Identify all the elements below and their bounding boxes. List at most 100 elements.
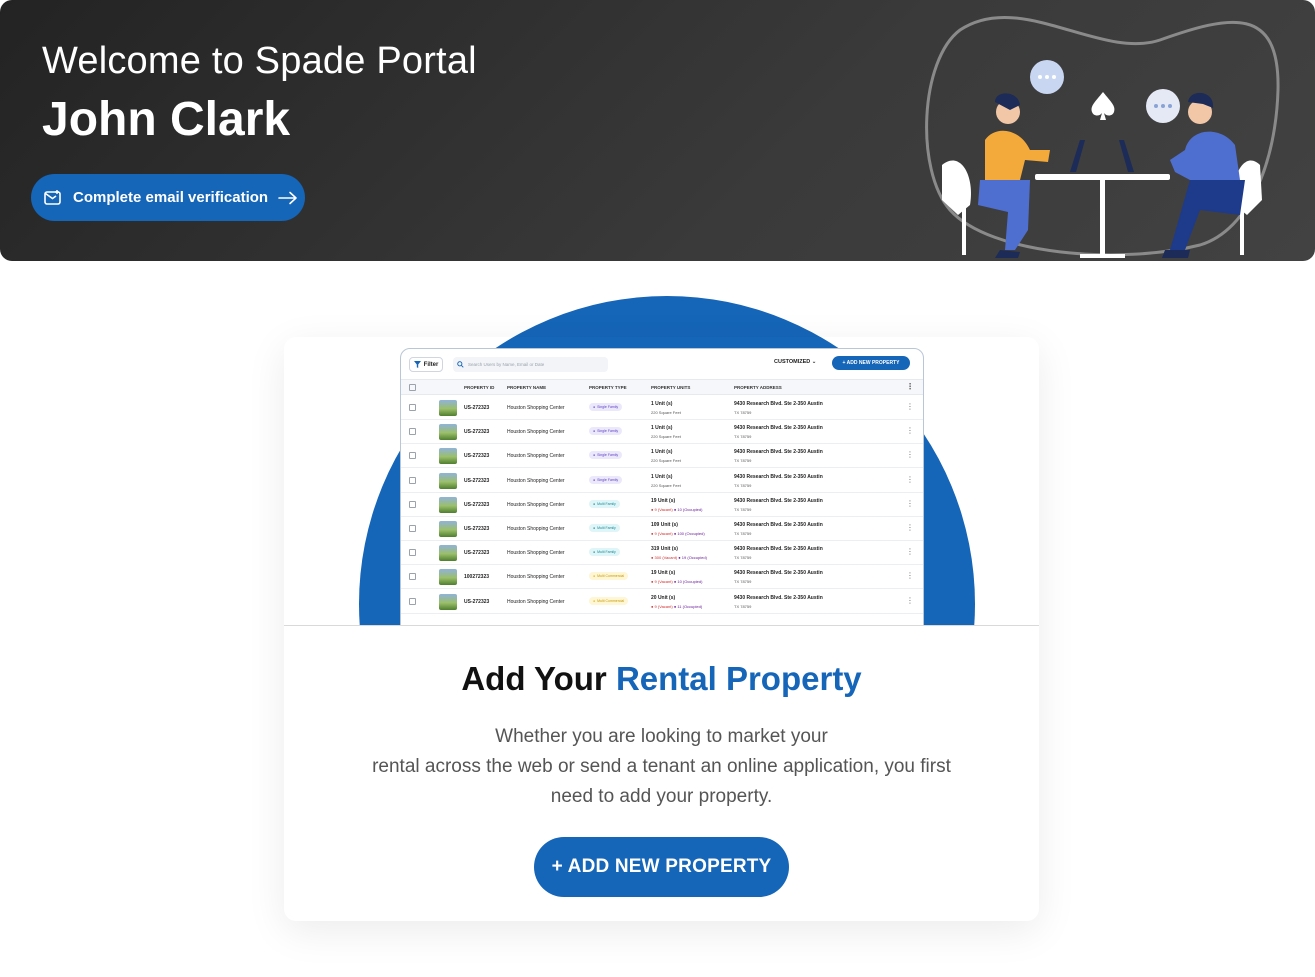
vacant-count: 9 (Vacant)	[654, 579, 673, 585]
property-address: 9430 Research Blvd. Ste 2-350 Austin	[734, 401, 823, 407]
property-address: 9430 Research Blvd. Ste 2-350 Austin	[734, 449, 823, 456]
row-checkbox	[409, 452, 416, 460]
property-address-zip: TX 78759	[734, 482, 752, 488]
property-thumbnail	[439, 448, 457, 465]
vacant-count: 300 (Vacant)	[654, 555, 678, 561]
row-checkbox	[409, 428, 416, 436]
property-address: 9430 Research Blvd. Ste 2-350 Austin	[734, 522, 823, 528]
property-name: Houston Shopping Center	[507, 501, 565, 508]
property-id: 100272323	[464, 574, 490, 581]
more-vertical-icon: ⋮	[906, 498, 914, 508]
more-vertical-icon: ⋮	[906, 595, 914, 605]
preview-view-label: CUSTOMIZED	[774, 359, 811, 365]
property-units: 1 Unit (s)	[651, 425, 673, 432]
preview-search-placeholder: Search Users by Name, Email or Date	[468, 362, 545, 367]
property-units: 19 Unit (s)	[651, 497, 676, 504]
property-address: 9430 Research Blvd. Ste 2-350 Austin	[734, 570, 823, 577]
preview-view-dropdown: CUSTOMIZED ⌄	[774, 359, 816, 365]
chevron-down-icon: ⌄	[811, 359, 817, 365]
add-property-card: Filter Search Users by Name, Email or Da…	[284, 337, 1039, 921]
mail-check-icon	[44, 189, 61, 205]
property-table-preview: Filter Search Users by Name, Email or Da…	[400, 348, 924, 626]
preview-add-property-button: + ADD NEW PROPERTY	[832, 356, 910, 370]
property-type-badge: ● Multi Family	[589, 524, 620, 532]
meeting-illustration	[925, 16, 1280, 258]
property-id: US-272323	[464, 429, 490, 436]
property-type-label: Multi Family	[597, 526, 616, 530]
property-units: 1 Unit (s)	[651, 401, 673, 407]
units-breakdown: ● 9 (Vacant) ● 100 (Occupied)	[651, 531, 705, 536]
preview-col-address: PROPERTY ADDRESS	[734, 385, 782, 390]
property-address-zip: TX 78759	[734, 434, 752, 440]
property-id: US-272323	[464, 477, 490, 484]
property-units: 1 Unit (s)	[651, 473, 673, 480]
card-description: Whether you are looking to market your r…	[344, 722, 979, 812]
preview-filter-button: Filter	[409, 357, 443, 372]
property-address-zip: TX 78759	[734, 458, 752, 464]
table-row: US-272323 Houston Shopping Center ● Multi F…	[401, 517, 923, 541]
property-thumbnail	[439, 593, 457, 610]
property-units: 19 Unit (s)	[651, 570, 676, 577]
search-icon	[457, 361, 464, 368]
preview-search-input: Search Users by Name, Email or Date	[453, 357, 608, 372]
property-name: Houston Shopping Center	[507, 550, 565, 557]
more-vertical-icon: ⋮	[906, 547, 914, 557]
units-breakdown: ● 9 (Vacant) ● 10 (Occupied)	[651, 579, 703, 585]
row-checkbox	[409, 597, 416, 605]
property-address-zip: TX 78759	[734, 603, 752, 609]
table-row: US-272323 Houston Shopping Center ● Single …	[401, 420, 923, 445]
property-address: 9430 Research Blvd. Ste 2-350 Austin	[734, 546, 823, 553]
property-type-badge: ● Single Family	[589, 451, 623, 460]
property-id: US-272323	[464, 550, 490, 557]
more-vertical-icon: ⋮	[906, 382, 914, 391]
property-address: 9430 Research Blvd. Ste 2-350 Austin	[734, 473, 823, 480]
property-address-zip: TX 78759	[734, 555, 752, 561]
card-title: Add Your Rental Property	[284, 660, 1039, 698]
row-checkbox	[409, 500, 416, 508]
more-vertical-icon: ⋮	[906, 571, 914, 581]
vacant-count: 9 (Vacant)	[654, 506, 673, 512]
filter-icon	[413, 361, 421, 368]
welcome-banner: Welcome to Spade Portal John Clark Compl…	[0, 0, 1315, 261]
property-address-zip: TX 78759	[734, 531, 752, 536]
property-address: 9430 Research Blvd. Ste 2-350 Austin	[734, 497, 823, 504]
preview-col-id: PROPERTY ID	[464, 385, 495, 390]
card-divider	[284, 625, 1039, 626]
arrow-right-icon	[278, 191, 297, 204]
card-title-plain: Add Your	[461, 660, 616, 697]
property-type-label: Multi Family	[597, 501, 616, 506]
property-type-label: Multi Commercial	[597, 598, 625, 603]
property-type-label: Single Family	[597, 477, 619, 482]
property-thumbnail	[439, 424, 457, 441]
property-type-badge: ● Multi Family	[589, 499, 620, 508]
property-name: Houston Shopping Center	[507, 405, 565, 411]
property-id: US-272323	[464, 501, 490, 508]
property-name: Houston Shopping Center	[507, 574, 565, 581]
card-preview-area: Filter Search Users by Name, Email or Da…	[284, 337, 1039, 626]
vacant-count: 9 (Vacant)	[654, 531, 673, 536]
property-units: 20 Unit (s)	[651, 594, 676, 601]
property-thumbnail	[439, 521, 457, 537]
more-vertical-icon: ⋮	[906, 474, 914, 484]
property-type-label: Multi Family	[597, 550, 616, 555]
vacant-count: 9 (Vacant)	[654, 603, 673, 609]
property-thumbnail	[439, 545, 457, 562]
property-type-label: Multi Commercial	[597, 574, 625, 579]
property-units: 319 Unit (s)	[651, 546, 678, 553]
more-vertical-icon: ⋮	[906, 402, 914, 411]
units-size: 220 Square Feet	[651, 410, 681, 415]
row-checkbox	[409, 404, 416, 411]
units-size: 220 Square Feet	[651, 458, 681, 464]
occupied-count: 10 (Occupied)	[677, 579, 703, 585]
add-new-property-button[interactable]: + ADD NEW PROPERTY	[534, 837, 789, 897]
property-type-badge: ● Single Family	[589, 427, 623, 436]
row-checkbox	[409, 549, 416, 557]
preview-table-header: PROPERTY ID PROPERTY NAME PROPERTY TYPE …	[401, 379, 923, 395]
preview-select-all-checkbox	[409, 384, 416, 391]
more-vertical-icon: ⋮	[906, 426, 914, 436]
property-type-badge: ● Multi Family	[589, 548, 620, 557]
property-type-badge: ● Single Family	[589, 403, 623, 411]
occupied-count: 100 (Occupied)	[677, 531, 705, 536]
table-row: US-272323 Houston Shopping Center ● Single …	[401, 396, 923, 420]
complete-email-verification-button[interactable]: Complete email verification	[31, 174, 305, 221]
